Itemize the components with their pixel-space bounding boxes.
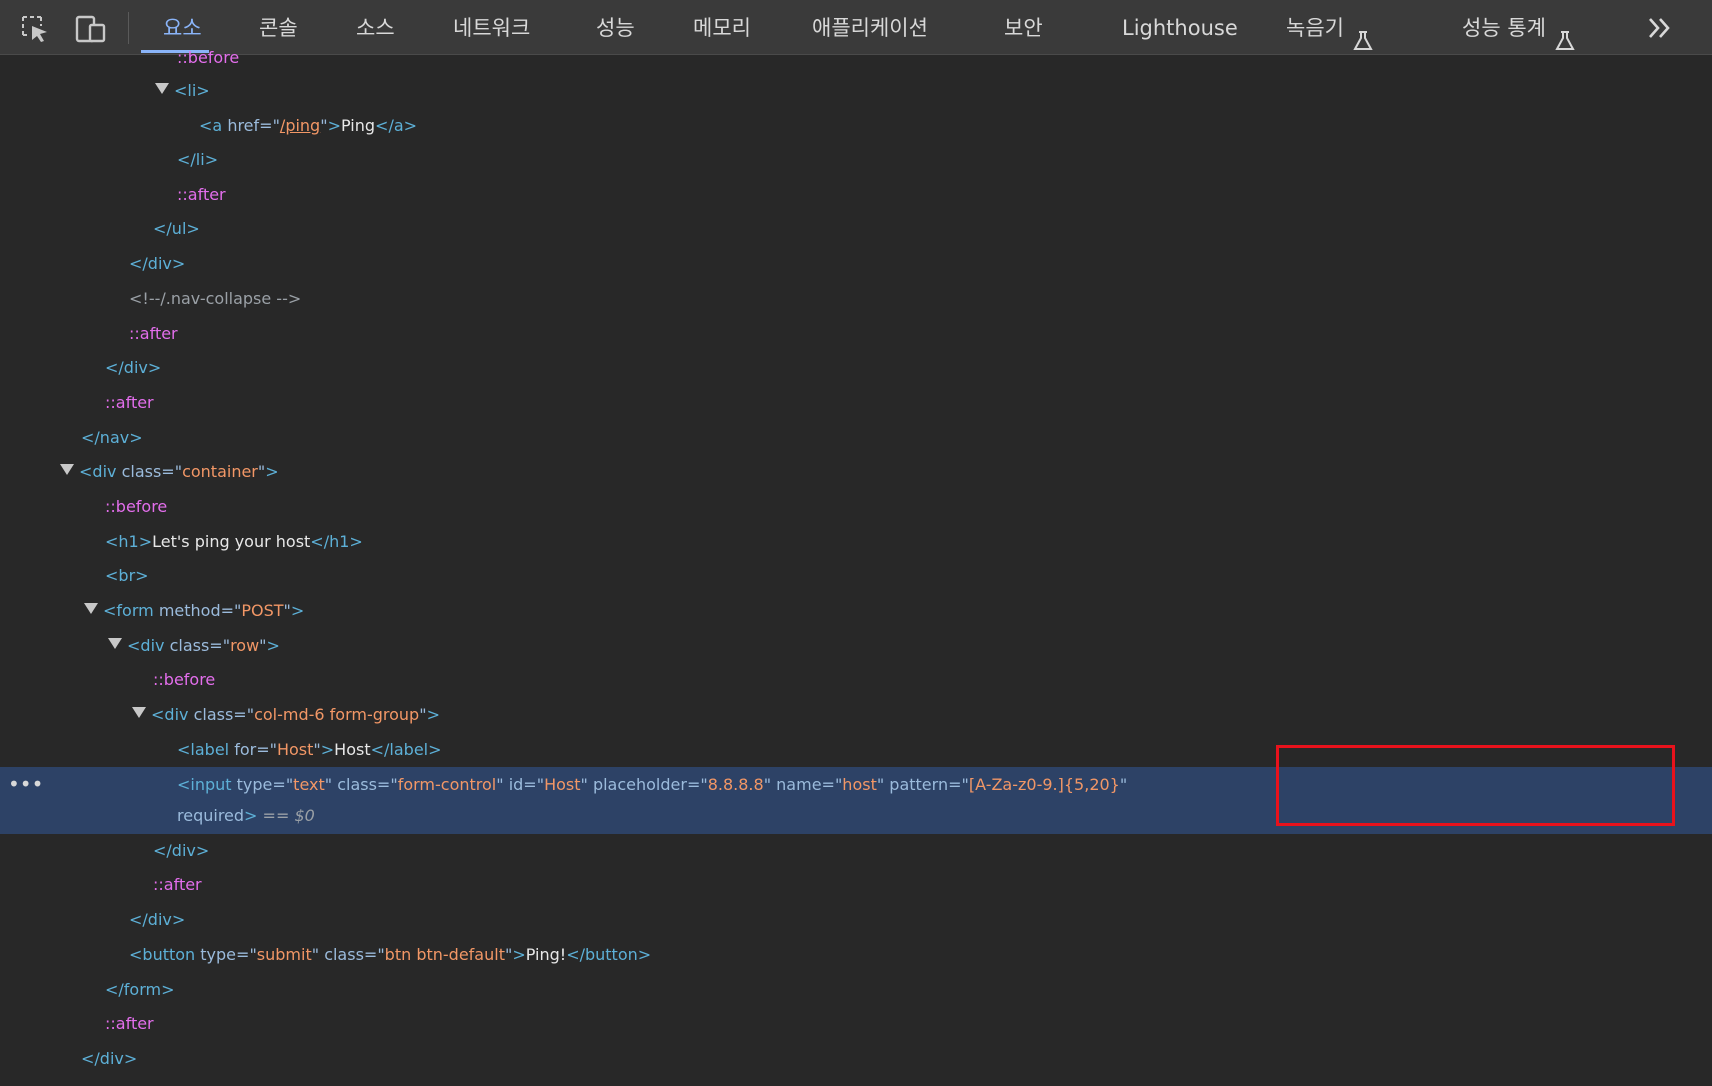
- collapse-triangle-icon[interactable]: [132, 707, 146, 718]
- tree-line[interactable]: </div>: [129, 247, 185, 281]
- devtools-toolbar: 요소 콘솔 소스 네트워크 성능 메모리 애플리케이션 보안 Lighthous…: [0, 0, 1712, 55]
- tree-line[interactable]: </ul>: [153, 212, 200, 246]
- tree-line[interactable]: </div>: [81, 1042, 137, 1076]
- tab-lighthouse[interactable]: Lighthouse: [1122, 0, 1238, 55]
- tab-security[interactable]: 보안: [1004, 0, 1043, 55]
- tree-line[interactable]: <a href="/ping">Ping</a>: [199, 109, 417, 143]
- tree-line[interactable]: </form>: [105, 973, 175, 1007]
- collapse-triangle-icon[interactable]: [155, 83, 169, 94]
- pattern-value: [A-Za-z0-9.]{5,20}: [968, 775, 1120, 794]
- annotation-highlight-box: [1276, 745, 1675, 826]
- collapse-triangle-icon[interactable]: [108, 638, 122, 649]
- tree-line[interactable]: <div class="col-md-6 form-group">: [132, 698, 440, 732]
- more-tabs-icon[interactable]: [1640, 12, 1680, 44]
- tree-line[interactable]: <!--/.nav-collapse -->: [129, 282, 301, 316]
- tree-line[interactable]: </nav>: [81, 421, 143, 455]
- tree-line[interactable]: <div class="container">: [60, 455, 279, 489]
- tree-line[interactable]: ::after: [105, 1007, 154, 1041]
- tag-name: li: [187, 81, 197, 100]
- tab-memory[interactable]: 메모리: [693, 0, 751, 55]
- tab-sources[interactable]: 소스: [356, 0, 395, 55]
- tree-line[interactable]: </div>: [129, 903, 185, 937]
- href-link[interactable]: /ping: [280, 116, 320, 135]
- tree-line[interactable]: <div class="row">: [108, 629, 280, 663]
- tree-line[interactable]: ::before: [105, 490, 167, 524]
- toolbar-separator: [128, 12, 129, 44]
- flask-icon: [1352, 17, 1374, 50]
- tree-line-selected[interactable]: <input type="text" class="form-control" …: [177, 768, 1127, 802]
- tab-recorder[interactable]: 녹음기: [1286, 0, 1374, 55]
- tree-line-selected-cont[interactable]: required> == $0: [177, 799, 315, 833]
- tree-line[interactable]: </div>: [105, 351, 161, 385]
- tree-line[interactable]: ::after: [153, 868, 202, 902]
- tree-line[interactable]: </div>: [153, 834, 209, 868]
- flask-icon: [1554, 17, 1576, 50]
- collapse-triangle-icon[interactable]: [60, 464, 74, 475]
- inspect-element-icon[interactable]: [20, 14, 50, 44]
- tree-line[interactable]: ::after: [105, 386, 154, 420]
- device-toolbar-icon[interactable]: [74, 14, 108, 44]
- tab-performance-insights[interactable]: 성능 통계: [1462, 0, 1576, 55]
- tab-console[interactable]: 콘솔: [259, 0, 298, 55]
- tree-line[interactable]: <li>: [155, 74, 210, 108]
- tree-line[interactable]: <button type="submit" class="btn btn-def…: [129, 938, 651, 972]
- tree-line[interactable]: ::after: [129, 317, 178, 351]
- pseudo-after: ::after: [177, 185, 226, 204]
- tree-line[interactable]: ::after: [177, 178, 226, 212]
- console-ref-marker: == $0: [257, 806, 315, 825]
- tree-line[interactable]: </li>: [177, 143, 218, 177]
- dom-tree: [0, 55, 1712, 1086]
- tree-line[interactable]: <h1>Let's ping your host</h1>: [105, 525, 363, 559]
- tab-application[interactable]: 애플리케이션: [812, 0, 928, 55]
- pseudo-before: ::before: [177, 48, 240, 67]
- pattern-attribute: pattern: [889, 775, 949, 794]
- tree-line[interactable]: ::before: [177, 41, 239, 75]
- tab-performance[interactable]: 성능: [596, 0, 635, 55]
- html-comment: <!--/.nav-collapse -->: [129, 289, 302, 308]
- tree-line[interactable]: <label for="Host">Host</label>: [177, 733, 442, 767]
- more-actions-icon[interactable]: •••: [8, 774, 43, 794]
- tree-line[interactable]: ::before: [153, 663, 215, 697]
- tab-network[interactable]: 네트워크: [453, 0, 530, 55]
- tree-line[interactable]: <br>: [105, 559, 149, 593]
- collapse-triangle-icon[interactable]: [84, 603, 98, 614]
- tree-line[interactable]: <form method="POST">: [84, 594, 304, 628]
